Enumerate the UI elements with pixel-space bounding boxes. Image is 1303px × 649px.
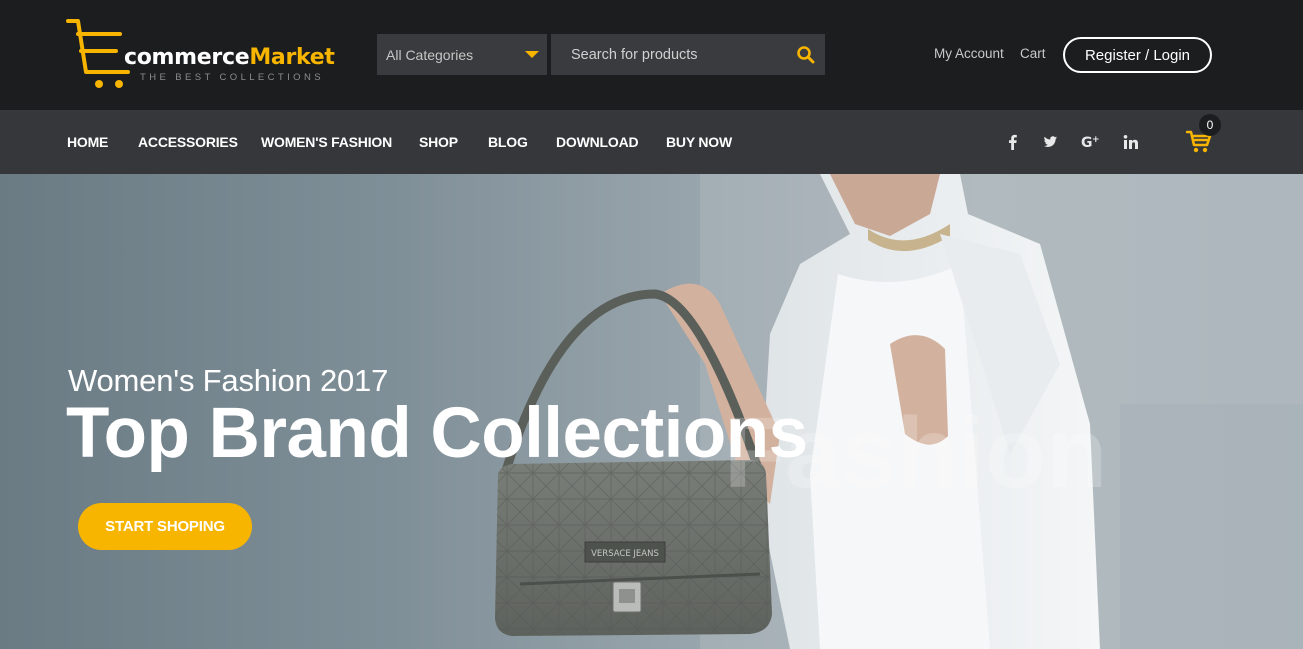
nav-item-buy-now[interactable]: BUY NOW (666, 134, 732, 150)
nav-item-accessories[interactable]: ACCESSORIES (138, 134, 238, 150)
top-header: commerceMarket THE BEST COLLECTIONS All … (0, 0, 1303, 110)
search-box (551, 34, 825, 75)
svg-text:G: G (1081, 135, 1093, 151)
nav-item-download[interactable]: DOWNLOAD (556, 134, 639, 150)
logo-tagline: THE BEST COLLECTIONS (140, 72, 324, 83)
search-input[interactable] (551, 34, 781, 75)
nav-item-womens-fashion[interactable]: WOMEN'S FASHION (261, 134, 392, 150)
my-account-link[interactable]: My Account (934, 46, 1004, 61)
main-nav: HOME ACCESSORIES WOMEN'S FASHION SHOP BL… (0, 110, 1303, 174)
site-logo[interactable]: commerceMarket THE BEST COLLECTIONS (64, 18, 335, 92)
twitter-icon[interactable] (1041, 133, 1059, 151)
google-plus-icon[interactable]: G + (1081, 133, 1100, 151)
start-shopping-button[interactable]: START SHOPING (78, 503, 252, 550)
nav-item-home[interactable]: HOME (67, 134, 108, 150)
logo-wordmark: commerceMarket (124, 45, 335, 70)
hero-banner: VERSACE JEANS Fashion Women's Fashion 20… (0, 174, 1303, 649)
nav-item-blog[interactable]: BLOG (488, 134, 528, 150)
cart-link[interactable]: Cart (1020, 46, 1046, 61)
cart-count-badge: 0 (1199, 114, 1221, 136)
hero-title: Top Brand Collections (66, 394, 808, 473)
register-login-button[interactable]: Register / Login (1063, 37, 1212, 73)
nav-item-shop[interactable]: SHOP (419, 134, 458, 150)
caret-down-icon (525, 51, 539, 58)
category-select-value: All Categories (386, 46, 474, 63)
facebook-icon[interactable] (1004, 133, 1022, 151)
category-select[interactable]: All Categories (377, 34, 547, 75)
svg-text:+: + (1092, 135, 1099, 145)
linkedin-icon[interactable] (1122, 133, 1140, 151)
search-icon[interactable] (795, 44, 817, 66)
bag-brand-label: VERSACE JEANS (591, 549, 659, 559)
